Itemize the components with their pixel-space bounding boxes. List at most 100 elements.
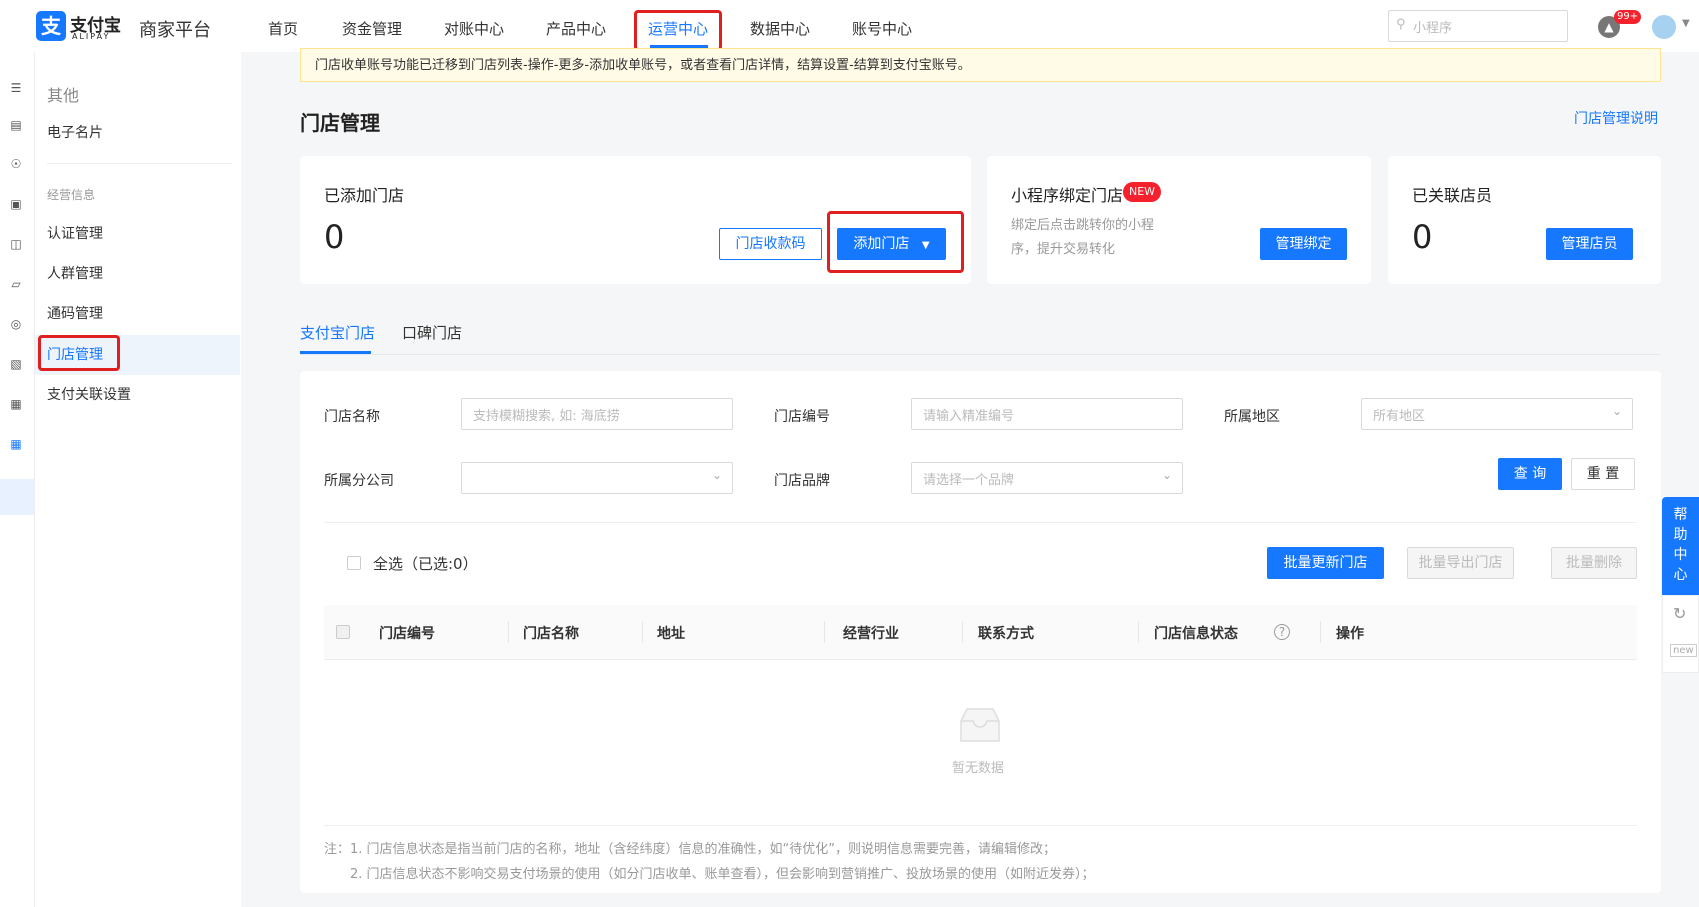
col-divider (642, 621, 643, 643)
search-input[interactable]: ⚲ 小程序 (1388, 10, 1568, 42)
tab-koubei-stores[interactable]: 口碑门店 (402, 322, 462, 343)
doc-icon[interactable]: ▣ (8, 196, 24, 212)
store-help-link[interactable]: 门店管理说明 (1574, 108, 1658, 128)
manage-binding-button[interactable]: 管理绑定 (1260, 228, 1347, 260)
staff-card: 已关联店员 0 管理店员 (1388, 156, 1661, 284)
col-address: 地址 (657, 626, 685, 642)
bill-icon[interactable]: ▤ (8, 117, 24, 133)
store-code-placeholder: 请输入精准编号 (923, 409, 1015, 424)
batch-update-button[interactable]: 批量更新门店 (1267, 547, 1384, 579)
nav-data[interactable]: 数据中心 (750, 18, 810, 39)
divider (324, 522, 1637, 523)
store-code-label: 门店编号 (774, 409, 830, 425)
nav-funds[interactable]: 资金管理 (342, 18, 402, 39)
chevron-down-icon: ⌄ (1161, 468, 1172, 482)
brand-label: 门店品牌 (774, 473, 830, 489)
new-badge: NEW (1123, 182, 1162, 202)
col-store-code: 门店编号 (379, 626, 435, 642)
help-char: 心 (1673, 567, 1688, 583)
brand-placeholder: 请选择一个品牌 (923, 473, 1015, 488)
select-all-checkbox[interactable] (347, 556, 361, 570)
list-icon[interactable]: ▦ (8, 396, 24, 412)
reset-button[interactable]: 重 置 (1571, 458, 1635, 490)
nav-account[interactable]: 账号中心 (852, 18, 912, 39)
sidebar-item-ecard[interactable]: 电子名片 (47, 122, 103, 142)
added-stores-count: 0 (324, 218, 345, 256)
note-line-1: 注：1. 门店信息状态是指当前门店的名称，地址（含经纬度）信息的准确性，如“待优… (324, 842, 1057, 857)
brand-select[interactable]: 请选择一个品牌 ⌄ (911, 462, 1183, 494)
alipay-logo-icon[interactable]: 支 (36, 11, 66, 41)
help-circle-icon[interactable]: ? (1274, 624, 1290, 640)
icon-rail: ☰ ▤ ☉ ▣ ◫ ▱ ◎ ▧ ▦ ▦ (0, 52, 35, 907)
empty-inbox-icon (960, 708, 1000, 742)
col-divider (824, 621, 825, 643)
miniapp-card: 小程序绑定门店 NEW 绑定后点击跳转你的小程序，提升交易转化 管理绑定 (987, 156, 1371, 284)
col-store-status: 门店信息状态 (1154, 626, 1238, 642)
col-contact: 联系方式 (978, 626, 1034, 642)
store-list-panel: 门店名称 支持模糊搜索, 如: 海底捞 门店编号 请输入精准编号 所属地区 所有… (300, 371, 1661, 893)
header-checkbox[interactable] (336, 625, 350, 639)
search-icon: ⚲ (1396, 17, 1406, 32)
divider (324, 825, 1637, 826)
batch-export-button[interactable]: 批量导出门店 (1407, 547, 1514, 579)
store-name-placeholder: 支持模糊搜索, 如: 海底捞 (473, 409, 620, 424)
miniapp-title: 小程序绑定门店 (1011, 186, 1124, 205)
branch-label: 所属分公司 (324, 473, 394, 489)
nav-home[interactable]: 首页 (268, 18, 298, 39)
store-name-label: 门店名称 (324, 409, 380, 425)
region-label: 所属地区 (1224, 409, 1280, 425)
wallet-icon[interactable]: ▧ (8, 356, 24, 372)
chevron-down-icon: ⌄ (711, 468, 722, 482)
nav-reconciliation[interactable]: 对账中心 (444, 18, 504, 39)
chevron-down-icon[interactable]: ▼ (1682, 18, 1690, 29)
store-name-input[interactable]: 支持模糊搜索, 如: 海底捞 (461, 398, 733, 430)
col-store-name: 门店名称 (523, 626, 579, 642)
manage-staff-button[interactable]: 管理店员 (1546, 228, 1633, 260)
sidebar-item-code[interactable]: 通码管理 (47, 303, 103, 323)
notice-banner: 门店收单账号功能已迁移到门店列表-操作-更多-添加收单账号，或者查看门店详情，结… (300, 48, 1661, 82)
col-divider (1138, 621, 1139, 643)
brand-name-en: ALIPAY (72, 32, 111, 41)
highlight-box-add (827, 211, 964, 273)
empty-text: 暂无数据 (952, 761, 1005, 776)
miniapp-desc: 绑定后点击跳转你的小程序，提升交易转化 (1011, 218, 1155, 257)
new-feature-icon[interactable]: new (1670, 644, 1697, 657)
store-code-input[interactable]: 请输入精准编号 (911, 398, 1183, 430)
help-center-button[interactable]: 帮 助 中 心 (1662, 497, 1699, 595)
store-doc-icon[interactable]: ▦ (8, 436, 24, 452)
target-icon[interactable]: ◎ (8, 316, 24, 332)
query-button[interactable]: 查 询 (1498, 458, 1562, 490)
added-stores-title: 已添加门店 (324, 186, 405, 205)
platform-name: 商家平台 (139, 20, 211, 41)
region-select[interactable]: 所有地区 ⌄ (1361, 398, 1633, 430)
select-all-label[interactable]: 全选（已选:0） (373, 553, 478, 574)
table-header: 门店编号 门店名称 地址 经营行业 联系方式 门店信息状态 ? 操作 (324, 605, 1637, 660)
highlight-box-sidebar (38, 335, 120, 371)
nav-products[interactable]: 产品中心 (546, 18, 606, 39)
compass-icon[interactable]: ☉ (8, 156, 24, 172)
help-char: 帮 (1673, 507, 1688, 523)
col-actions: 操作 (1336, 626, 1364, 642)
divider (47, 163, 232, 164)
sidebar-item-payment-link[interactable]: 支付关联设置 (47, 384, 131, 404)
gift-icon[interactable]: ◫ (8, 236, 24, 252)
rail-active-bg (0, 479, 34, 515)
staff-title: 已关联店员 (1412, 186, 1493, 205)
region-placeholder: 所有地区 (1373, 409, 1426, 424)
menu-icon[interactable]: ☰ (8, 80, 24, 96)
tab-alipay-stores[interactable]: 支付宝门店 (300, 322, 375, 343)
side-menu: 其他 电子名片 经营信息 认证管理 人群管理 通码管理 门店管理 支付关联设置 (35, 52, 241, 907)
tab-divider (300, 354, 1661, 355)
col-divider (962, 621, 963, 643)
staff-count: 0 (1412, 218, 1433, 256)
batch-delete-button[interactable]: 批量删除 (1551, 547, 1637, 579)
avatar[interactable] (1652, 15, 1676, 39)
box-icon[interactable]: ▱ (8, 276, 24, 292)
store-qr-button[interactable]: 门店收款码 (719, 228, 822, 260)
sidebar-item-audience[interactable]: 人群管理 (47, 263, 103, 283)
refresh-icon[interactable]: ↻ (1673, 604, 1686, 623)
col-divider (508, 621, 509, 643)
branch-select[interactable]: ⌄ (461, 462, 733, 494)
sidebar-item-verification[interactable]: 认证管理 (47, 223, 103, 243)
col-divider (1320, 621, 1321, 643)
